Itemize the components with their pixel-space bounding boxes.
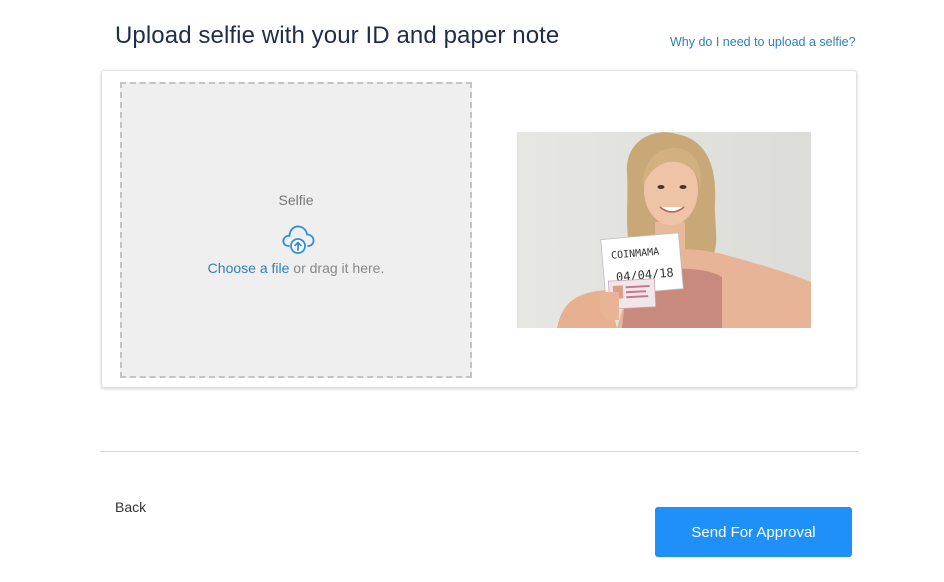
back-button[interactable]: Back — [115, 499, 146, 515]
drag-hint-text: or drag it here. — [289, 260, 385, 276]
cloud-upload-icon — [282, 225, 315, 254]
why-selfie-link[interactable]: Why do I need to upload a selfie? — [670, 35, 856, 49]
choose-file-link[interactable]: Choose a file — [208, 260, 290, 276]
example-selfie-illustration: COINMAMA 04/04/18 — [517, 132, 811, 328]
section-divider — [100, 451, 858, 452]
upload-card: Selfie Choose a file or drag it here. CO… — [101, 70, 857, 388]
example-selfie-image: COINMAMA 04/04/18 — [517, 132, 811, 328]
selfie-dropzone[interactable]: Selfie Choose a file or drag it here. — [120, 82, 472, 378]
page-title: Upload selfie with your ID and paper not… — [115, 22, 560, 49]
send-for-approval-button[interactable]: Send For Approval — [655, 507, 852, 557]
dropzone-hint: Choose a file or drag it here. — [122, 260, 470, 276]
dropzone-label: Selfie — [278, 192, 314, 208]
